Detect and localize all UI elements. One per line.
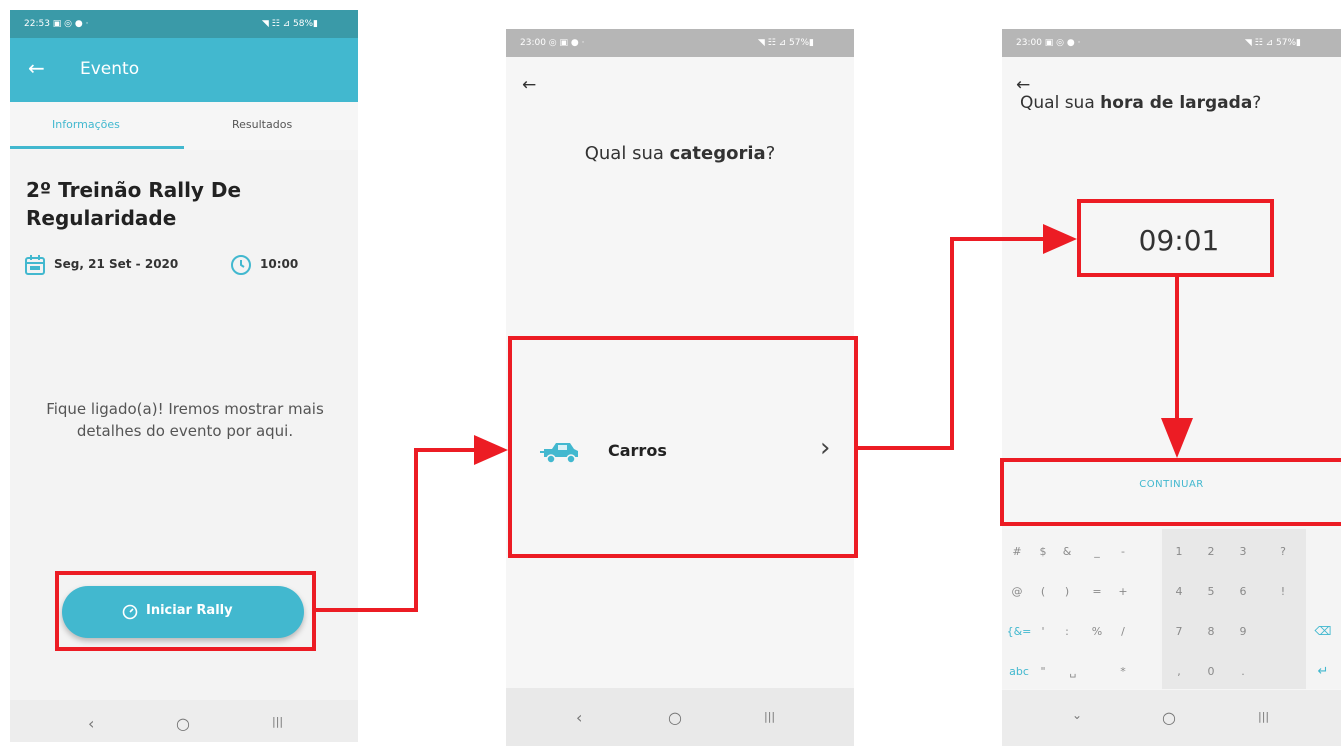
key[interactable]: :: [1052, 625, 1082, 638]
key[interactable]: 8: [1196, 625, 1226, 638]
category-question: Qual sua categoria?: [506, 143, 854, 164]
question-prefix: Qual sua: [584, 143, 670, 164]
key[interactable]: ): [1052, 585, 1082, 598]
status-icons: ◥ ☷ ⊿ 57%▮: [757, 38, 814, 48]
flow-arrow-line: [414, 448, 418, 612]
event-date: Seg, 21 Set - 2020: [54, 257, 179, 271]
backspace-icon[interactable]: ⌫: [1308, 624, 1338, 638]
status-bar: 23:00 ◎ ▣ ● · ◥ ☷ ⊿ 57%▮: [506, 29, 854, 57]
nav-home-icon[interactable]: ○: [176, 714, 190, 733]
key[interactable]: !: [1268, 585, 1298, 598]
arrow-head-icon: [474, 435, 508, 465]
highlight-time-input: [1077, 199, 1274, 277]
key[interactable]: .: [1228, 665, 1258, 678]
question-prefix: Qual sua: [1020, 93, 1101, 113]
info-message: Fique ligado(a)! Iremos mostrar mais det…: [46, 400, 324, 440]
flow-arrow-line: [1175, 277, 1179, 419]
nav-hide-keyboard-icon[interactable]: ⌄: [1072, 708, 1082, 722]
key[interactable]: ?: [1268, 545, 1298, 558]
key[interactable]: 5: [1196, 585, 1226, 598]
enter-icon[interactable]: ↵: [1308, 664, 1338, 679]
nav-back-icon[interactable]: ‹: [88, 714, 94, 733]
status-icons: ◥ ☷ ⊿ 57%▮: [1244, 38, 1301, 48]
numeric-keyboard: # $ & _ - 1 2 3 ? @ ( ) = + 4 5 6 ! {&= …: [1002, 529, 1341, 689]
key[interactable]: 0: [1196, 665, 1226, 678]
key[interactable]: +: [1108, 585, 1138, 598]
status-icons: ◥ ☷ ⊿ 58%▮: [261, 19, 318, 29]
key[interactable]: /: [1108, 625, 1138, 638]
arrow-head-icon: [1161, 418, 1193, 458]
key[interactable]: 9: [1228, 625, 1258, 638]
event-title: 2º Treinão Rally De Regularidade: [26, 178, 242, 230]
key[interactable]: 2: [1196, 545, 1226, 558]
highlight-category: [508, 336, 858, 558]
key[interactable]: 7: [1164, 625, 1194, 638]
status-time: 23:00 ▣ ◎ ● ·: [1016, 38, 1081, 48]
flow-arrow-line: [950, 237, 1046, 241]
flow-arrow-line: [316, 608, 418, 612]
back-arrow-icon[interactable]: ←: [1016, 75, 1030, 95]
status-bar: 23:00 ▣ ◎ ● · ◥ ☷ ⊿ 57%▮: [1002, 29, 1341, 57]
nav-recents-icon[interactable]: |||: [1258, 710, 1269, 723]
question-bold: categoria: [669, 143, 766, 164]
status-bar: 22:53 ▣ ◎ ● · ◥ ☷ ⊿ 58%▮: [10, 10, 358, 38]
flow-arrow-line: [414, 448, 476, 452]
app-bar: ← Evento: [10, 38, 358, 102]
highlight-continue-button: [1000, 458, 1341, 526]
key[interactable]: *: [1108, 665, 1138, 678]
nav-home-icon[interactable]: ○: [1162, 708, 1176, 727]
back-arrow-icon[interactable]: ←: [522, 75, 536, 95]
key[interactable]: 4: [1164, 585, 1194, 598]
key[interactable]: 1: [1164, 545, 1194, 558]
tab-informacoes[interactable]: Informações: [52, 118, 120, 131]
start-time-question: Qual sua hora de largada?: [1020, 93, 1341, 113]
nav-recents-icon[interactable]: |||: [272, 715, 283, 728]
status-time: 23:00 ◎ ▣ ● ·: [520, 38, 585, 48]
app-title: Evento: [80, 59, 140, 79]
arrow-head-icon: [1043, 224, 1077, 254]
key[interactable]: ": [1028, 665, 1058, 678]
key[interactable]: &: [1052, 545, 1082, 558]
system-nav-bar: ‹ ○ |||: [10, 700, 358, 742]
status-time: 22:53 ▣ ◎ ● ·: [24, 19, 89, 29]
highlight-start-button: [55, 571, 316, 651]
nav-back-icon[interactable]: ‹: [576, 708, 582, 727]
back-arrow-icon[interactable]: ←: [28, 56, 45, 80]
question-suffix: ?: [765, 143, 776, 164]
calendar-icon: [25, 255, 45, 275]
nav-home-icon[interactable]: ○: [668, 708, 682, 727]
question-bold: hora de largada: [1100, 93, 1253, 113]
system-nav-bar: ‹ ○ |||: [506, 688, 854, 746]
key[interactable]: ␣: [1058, 665, 1088, 678]
question-suffix: ?: [1252, 93, 1262, 113]
tab-resultados[interactable]: Resultados: [232, 118, 292, 131]
key[interactable]: -: [1108, 545, 1138, 558]
tab-bar: Informações Resultados: [10, 102, 358, 150]
screen-start-time: 23:00 ▣ ◎ ● · ◥ ☷ ⊿ 57%▮ ← Qual sua hora…: [1002, 29, 1341, 746]
flow-arrow-line: [858, 446, 954, 450]
key[interactable]: ,: [1164, 665, 1194, 678]
event-time: 10:00: [260, 257, 299, 271]
flow-arrow-line: [950, 237, 954, 450]
tab-indicator: [10, 146, 184, 149]
event-meta: Seg, 21 Set - 2020 10:00: [24, 254, 344, 280]
key[interactable]: 3: [1228, 545, 1258, 558]
clock-icon: [231, 255, 251, 275]
key[interactable]: 6: [1228, 585, 1258, 598]
nav-recents-icon[interactable]: |||: [764, 710, 775, 723]
system-nav-bar: ⌄ ○ |||: [1002, 690, 1341, 746]
